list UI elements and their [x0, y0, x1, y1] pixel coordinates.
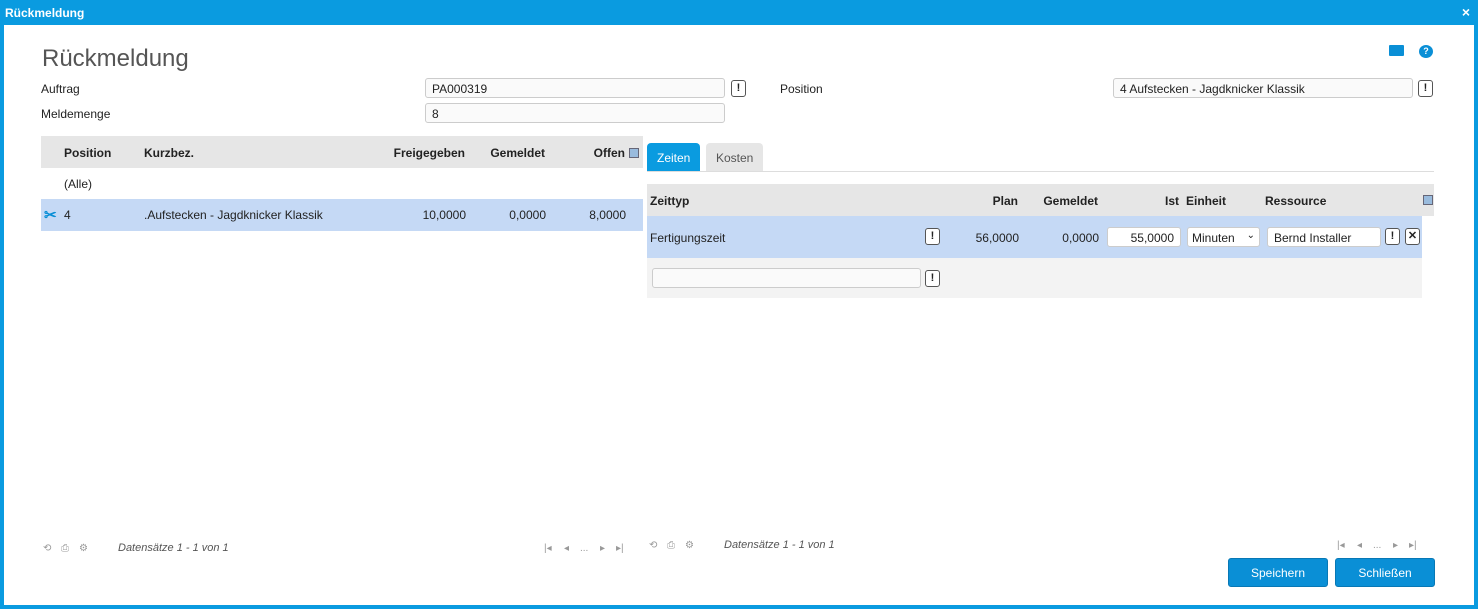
col-position[interactable]: Position — [64, 146, 111, 160]
refresh-icon[interactable]: ⟲ — [649, 540, 657, 551]
next-page-icon[interactable]: ▸ — [600, 543, 605, 554]
tools-icon: ✂ — [44, 207, 57, 224]
auftrag-lookup-button[interactable]: ! — [731, 80, 746, 97]
einheit-select[interactable]: Minuten ⌄ — [1187, 227, 1260, 247]
next-page-icon[interactable]: ▸ — [1393, 540, 1398, 551]
settings-icon[interactable]: ⚙ — [79, 543, 88, 554]
meldemenge-field[interactable]: 8 — [425, 103, 725, 123]
last-page-icon[interactable]: ▸| — [616, 543, 624, 554]
col-ist[interactable]: Ist — [1079, 194, 1179, 208]
page-indicator[interactable]: ... — [580, 543, 588, 554]
prev-page-icon[interactable]: ◂ — [564, 543, 569, 554]
all-row[interactable]: (Alle) — [64, 177, 92, 191]
delete-row-button[interactable]: ✕ — [1405, 228, 1420, 245]
help-icon[interactable]: ? — [1419, 45, 1433, 58]
page-title: Rückmeldung — [42, 45, 189, 72]
print-icon[interactable]: ⎙ — [667, 540, 675, 551]
left-record-count: Datensätze 1 - 1 von 1 — [118, 542, 229, 554]
save-button[interactable]: Speichern — [1228, 558, 1328, 587]
close-icon[interactable]: × — [1462, 4, 1470, 20]
settings-icon[interactable]: ⚙ — [685, 540, 694, 551]
chevron-down-icon: ⌄ — [1246, 230, 1255, 241]
cell-gemeldet: 0,0000 — [1062, 231, 1099, 245]
print-icon[interactable]: ⎙ — [61, 543, 69, 554]
tab-kosten[interactable]: Kosten — [706, 143, 764, 172]
tab-divider — [647, 171, 1434, 172]
ist-input[interactable]: 55,0000 — [1107, 227, 1181, 247]
position-lookup-button[interactable]: ! — [1418, 80, 1433, 97]
refresh-icon[interactable]: ⟲ — [43, 543, 51, 554]
prev-page-icon[interactable]: ◂ — [1357, 540, 1362, 551]
col-kurzbez[interactable]: Kurzbez. — [144, 146, 194, 160]
cell-position: 4 — [64, 208, 71, 222]
col-einheit[interactable]: Einheit — [1186, 194, 1226, 208]
einheit-value: Minuten — [1192, 231, 1235, 245]
new-zeittyp-lookup-button[interactable]: ! — [925, 270, 940, 287]
mail-icon[interactable] — [1389, 45, 1404, 56]
cell-offen: 8,0000 — [589, 208, 626, 222]
window-title: Rückmeldung — [5, 6, 85, 20]
right-record-count: Datensätze 1 - 1 von 1 — [724, 539, 835, 551]
title-bar: Rückmeldung × — [0, 0, 1478, 25]
last-page-icon[interactable]: ▸| — [1409, 540, 1417, 551]
position-field[interactable]: 4 Aufstecken - Jagdknicker Klassik — [1113, 78, 1413, 98]
column-chooser-icon[interactable] — [629, 148, 639, 158]
col-ressource[interactable]: Ressource — [1265, 194, 1326, 208]
cell-kurzbez: .Aufstecken - Jagdknicker Klassik — [144, 208, 323, 222]
new-zeittyp-input[interactable] — [652, 268, 921, 288]
position-label: Position — [780, 82, 823, 96]
cell-zeittyp: Fertigungszeit — [650, 231, 726, 245]
first-page-icon[interactable]: |◂ — [544, 543, 552, 554]
column-chooser-icon[interactable] — [1423, 195, 1433, 205]
ressource-field[interactable]: Bernd Installer — [1267, 227, 1381, 247]
tab-zeiten[interactable]: Zeiten — [647, 143, 701, 172]
first-page-icon[interactable]: |◂ — [1337, 540, 1345, 551]
page-indicator[interactable]: ... — [1373, 540, 1381, 551]
auftrag-label: Auftrag — [41, 82, 80, 96]
ressource-lookup-button[interactable]: ! — [1385, 228, 1400, 245]
col-zeittyp[interactable]: Zeittyp — [650, 194, 689, 208]
meldemenge-label: Meldemenge — [41, 107, 111, 121]
auftrag-field[interactable]: PA000319 — [425, 78, 725, 98]
close-button[interactable]: Schließen — [1335, 558, 1435, 587]
col-offen[interactable]: Offen — [525, 146, 625, 160]
